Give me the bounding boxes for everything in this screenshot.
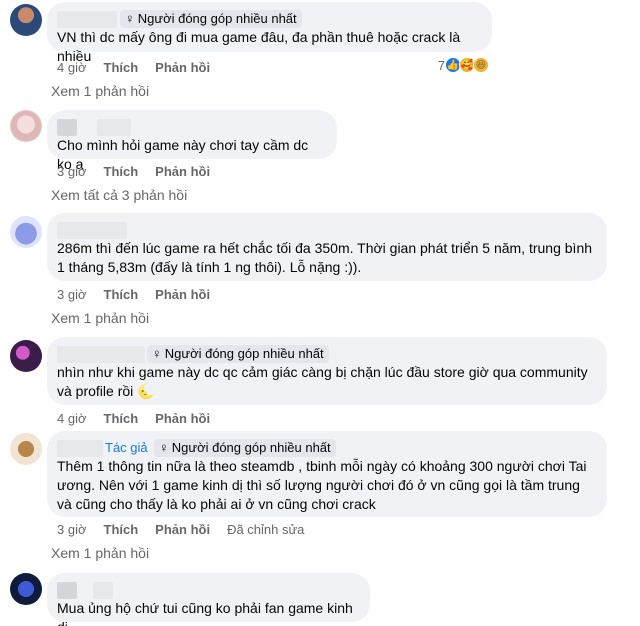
comment-text: 286m thì đến lúc game ra hết chắc tối đa…	[57, 240, 596, 275]
reply-button[interactable]: Phản hồi	[155, 287, 210, 302]
reply-button[interactable]: Phản hồi	[155, 60, 210, 75]
reaction-summary[interactable]: 7 👍 🥰 😆	[438, 57, 489, 73]
redacted-name	[57, 119, 77, 136]
haha-reaction-icon: 😆	[473, 57, 489, 73]
comment-text: nhìn như khi game này dc qc cảm giác càn…	[57, 364, 592, 399]
comment-time[interactable]: 3 giờ	[57, 287, 87, 302]
avatar[interactable]	[10, 4, 42, 36]
avatar[interactable]	[10, 340, 42, 372]
comment-actions: 3 giờ Thích Phản hồi	[57, 164, 210, 179]
comment-time[interactable]: 4 giờ	[57, 60, 87, 75]
avatar[interactable]	[10, 216, 42, 248]
badge-icon: ♀	[125, 11, 135, 26]
avatar[interactable]	[10, 433, 42, 465]
badge-icon: ♀	[159, 440, 169, 455]
reply-button[interactable]: Phản hồi	[155, 522, 210, 537]
badge-icon: ♀	[152, 346, 162, 361]
view-replies-link[interactable]: Xem 1 phản hồi	[51, 310, 149, 326]
like-button[interactable]: Thích	[104, 60, 139, 75]
comment-actions: 4 giờ Thích Phản hồi	[57, 411, 210, 426]
view-replies-link[interactable]: Xem tất cả 3 phản hồi	[51, 187, 187, 203]
avatar[interactable]	[10, 573, 42, 605]
like-button[interactable]: Thích	[104, 411, 139, 426]
avatar[interactable]	[10, 110, 42, 142]
comment-bubble: ♀ Người đóng góp nhiều nhất VN thì dc mấ…	[47, 2, 492, 64]
top-fan-badge: ♀ Người đóng góp nhiều nhất	[154, 439, 336, 457]
redacted-name	[97, 119, 131, 136]
view-replies-link[interactable]: Xem 1 phản hồi	[51, 545, 149, 561]
edited-label: Đã chỉnh sửa	[227, 522, 305, 537]
moon-emoji: 🌜	[137, 383, 155, 399]
like-button[interactable]: Thích	[104, 287, 139, 302]
redacted-name	[57, 346, 145, 363]
top-fan-badge: ♀ Người đóng góp nhiều nhất	[120, 10, 302, 28]
comment-bubble: Tác giả ♀ Người đóng góp nhiều nhất Thêm…	[47, 431, 607, 517]
redacted-name	[57, 11, 117, 28]
comment-bubble: ♀ Người đóng góp nhiều nhất nhìn như khi…	[47, 337, 607, 405]
author-label: Tác giả	[105, 440, 148, 455]
reply-button[interactable]: Phản hồi	[155, 411, 210, 426]
redacted-name	[57, 222, 127, 239]
comment-bubble: 286m thì đến lúc game ra hết chắc tối đa…	[47, 213, 607, 281]
comment-text: Thêm 1 thông tin nữa là theo steamdb , t…	[57, 458, 591, 512]
like-button[interactable]: Thích	[104, 164, 139, 179]
comment-actions: 3 giờ Thích Phản hồi Đã chỉnh sửa	[57, 522, 304, 537]
comment-time[interactable]: 4 giờ	[57, 411, 87, 426]
comment-bubble: Mua ủng hộ chứ tui cũng ko phải fan game…	[47, 573, 370, 626]
comment-time[interactable]: 3 giờ	[57, 522, 87, 537]
top-fan-badge: ♀ Người đóng góp nhiều nhất	[147, 345, 329, 363]
comment-time[interactable]: 3 giờ	[57, 164, 87, 179]
comment-actions: 3 giờ Thích Phản hồi	[57, 287, 210, 302]
redacted-name	[57, 582, 77, 599]
comment-text: Mua ủng hộ chứ tui cũng ko phải fan game…	[57, 600, 353, 626]
comment-actions: 4 giờ Thích Phản hồi	[57, 60, 210, 75]
like-button[interactable]: Thích	[104, 522, 139, 537]
redacted-name	[57, 440, 103, 457]
reply-button[interactable]: Phản hồi	[155, 164, 210, 179]
comment-bubble: Cho mình hỏi game này chơi tay cầm dc ko…	[47, 110, 337, 172]
view-replies-link[interactable]: Xem 1 phản hồi	[51, 83, 149, 99]
redacted-name	[93, 582, 113, 599]
